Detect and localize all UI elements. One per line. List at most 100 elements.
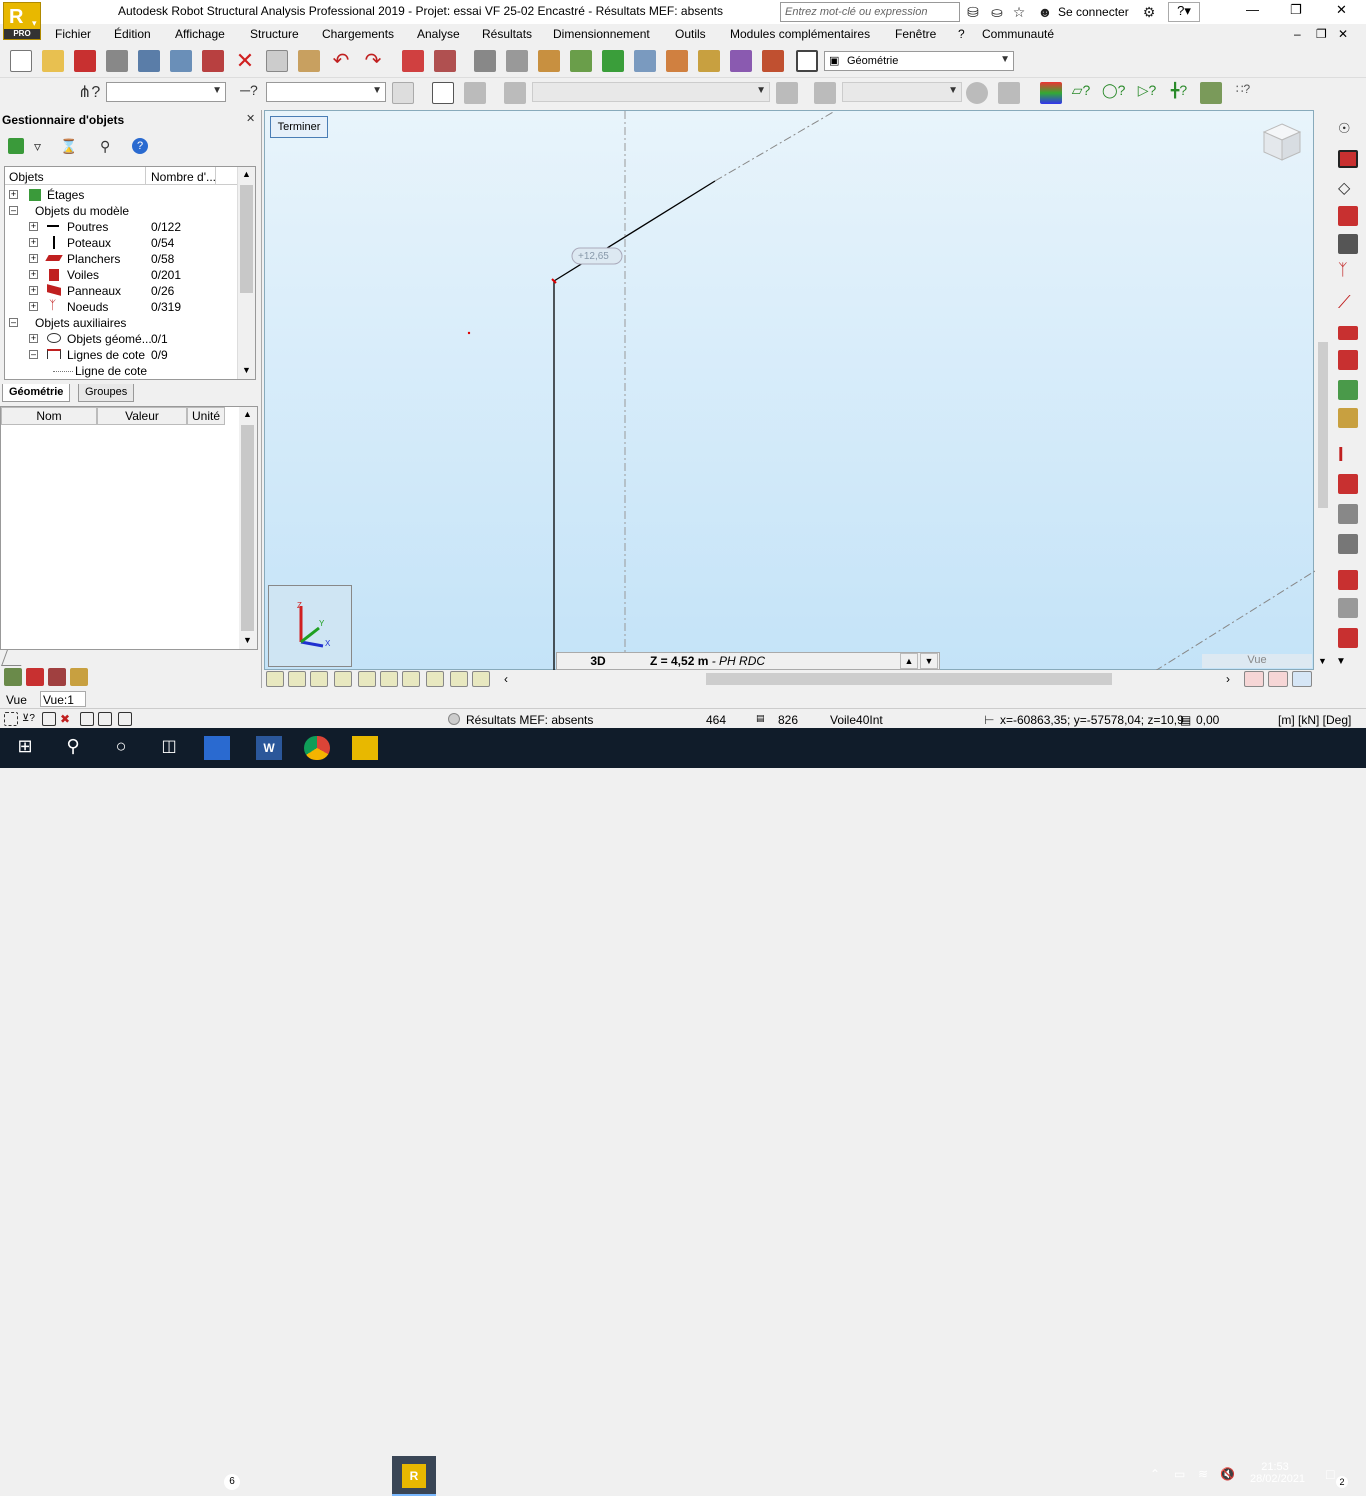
mail-icon[interactable] (204, 736, 230, 760)
mesh-icon[interactable] (1338, 380, 1358, 400)
menu-structure[interactable]: Structure (250, 27, 299, 41)
chevron-up-icon[interactable]: ⌃ (1150, 1467, 1160, 1481)
view-refresh-icon[interactable] (1292, 671, 1312, 687)
bar-select-combo[interactable]: ▼ (266, 82, 386, 102)
undo-icon[interactable]: ↶ (330, 50, 352, 72)
slab-def-icon[interactable] (1338, 326, 1358, 340)
signin-button[interactable]: Se connecter (1058, 5, 1129, 19)
layout-select[interactable]: ▣ Géométrie ▼ (824, 51, 1014, 71)
view-mode-3d[interactable]: 3D (556, 652, 640, 670)
menu-communaute[interactable]: Communauté (982, 27, 1054, 41)
task-view-icon[interactable]: ◫ (156, 736, 182, 760)
menu-chargements[interactable]: Chargements (322, 27, 394, 41)
col-nom[interactable]: Nom (1, 407, 97, 425)
tree-node-model-objects[interactable]: – Objets du modèle (5, 203, 237, 219)
tree-node-dim-lines[interactable]: – Lignes de cote 0/9 (5, 347, 237, 363)
tree-node-voiles[interactable]: + Voiles 0/201 (5, 267, 237, 283)
grid-view-icon[interactable] (472, 671, 490, 687)
tree-node-poutres[interactable]: + Poutres 0/122 (5, 219, 237, 235)
app-logo[interactable]: R ▾ PRO (3, 2, 41, 40)
col-count[interactable]: Nombre d'... (151, 170, 216, 184)
view-tool-2-icon[interactable] (288, 671, 306, 687)
clock[interactable]: 21:53 28/02/2021 (1250, 1461, 1305, 1485)
help-icon[interactable]: ? (132, 138, 148, 154)
view-tool-3-icon[interactable] (310, 671, 328, 687)
beam-def-icon[interactable] (1338, 234, 1358, 254)
profile-icon[interactable]: I (1338, 444, 1358, 466)
tree-scrollbar[interactable]: ▲ ▼ (237, 167, 255, 379)
load-icon[interactable] (776, 82, 798, 104)
viewport-vscroll[interactable]: ▼ (1316, 110, 1330, 670)
col-objects[interactable]: Objets (9, 170, 44, 184)
cancel-view-icon[interactable] (1244, 671, 1264, 687)
display-mode-icon[interactable] (98, 712, 112, 726)
menu-affichage[interactable]: Affichage (175, 27, 225, 41)
menu-fichier[interactable]: Fichier (55, 27, 91, 41)
close-icon[interactable]: ✕ (246, 112, 255, 125)
slab-tool-icon[interactable] (70, 668, 88, 686)
bottom-tab[interactable] (1, 650, 27, 666)
frame-icon[interactable] (432, 82, 454, 104)
scroll-thumb[interactable] (240, 185, 253, 293)
display-3d-icon[interactable] (80, 712, 94, 726)
bar-select-icon[interactable]: ─? (238, 82, 260, 104)
scroll-left-icon[interactable]: ‹ (504, 672, 508, 686)
color-map-icon[interactable] (1040, 82, 1062, 104)
new-file-icon[interactable] (10, 50, 32, 72)
scroll-down-icon[interactable]: ▼ (1336, 656, 1346, 667)
release-icon[interactable] (1338, 474, 1358, 494)
menu-edition[interactable]: Édition (114, 27, 151, 41)
numbering-icon[interactable] (450, 671, 468, 687)
tree-node-dim-line[interactable]: Ligne de cote (5, 363, 237, 379)
section-def-icon[interactable] (1338, 206, 1358, 226)
panel-icon[interactable] (464, 82, 486, 104)
menu-analyse[interactable]: Analyse (417, 27, 460, 41)
menu-help[interactable]: ? (958, 27, 965, 41)
hinge-icon[interactable] (1338, 534, 1358, 554)
cart-icon[interactable]: ⚙ (1140, 3, 1158, 21)
display-icon[interactable] (998, 82, 1020, 104)
load-def-icon[interactable] (1338, 628, 1358, 648)
dimension-icon[interactable] (666, 50, 688, 72)
wrench-icon[interactable] (762, 50, 784, 72)
tree-node-aux-objects[interactable]: – Objets auxiliaires (5, 315, 237, 331)
cart-icon[interactable]: ⛀ (988, 3, 1006, 21)
case-combo[interactable]: ▼ (842, 82, 962, 102)
menu-fenetre[interactable]: Fenêtre (895, 27, 936, 41)
tree-node-poteaux[interactable]: + Poteaux 0/54 (5, 235, 237, 251)
props-scrollbar[interactable]: ▲ ▼ (239, 407, 257, 649)
mode-icon[interactable] (966, 82, 988, 104)
menu-outils[interactable]: Outils (675, 27, 706, 41)
tab-groupes[interactable]: Groupes (78, 384, 135, 402)
level-up-icon[interactable]: ▲ (900, 653, 918, 669)
support-icon[interactable] (504, 82, 526, 104)
units[interactable]: [m] [kN] [Deg] (1278, 713, 1351, 727)
help-icon[interactable]: ?▾ (1168, 2, 1200, 22)
windows-icon[interactable]: ⊞ (12, 736, 38, 760)
open-icon[interactable] (42, 50, 64, 72)
mute-icon[interactable]: 🔇 (1220, 1467, 1235, 1481)
view-tool-1-icon[interactable] (266, 671, 284, 687)
col-valeur[interactable]: Valeur (97, 407, 187, 425)
view-tool-4-icon[interactable] (334, 671, 352, 687)
copy-icon[interactable] (266, 50, 288, 72)
lock-icon[interactable] (474, 50, 496, 72)
binoculars-icon[interactable]: ⛁ (964, 3, 982, 21)
cross-icon[interactable]: ✖ (60, 712, 74, 726)
doc-restore-icon[interactable]: ❐ (1316, 27, 1327, 41)
support-def-icon[interactable]: ᛉ (1338, 262, 1358, 282)
polyline-icon[interactable]: ◇ (1338, 178, 1358, 198)
axis-icon[interactable] (602, 50, 624, 72)
thickness-icon[interactable] (1338, 408, 1358, 428)
wall-tool-icon[interactable] (26, 668, 44, 686)
view-tool-7-icon[interactable] (402, 671, 420, 687)
menu-dimensionnement[interactable]: Dimensionnement (553, 27, 650, 41)
robot-task[interactable]: R (392, 1456, 436, 1496)
table-tool-icon[interactable] (48, 668, 66, 686)
preview-icon[interactable] (170, 50, 192, 72)
view-tool-5-icon[interactable] (358, 671, 376, 687)
view-z-level[interactable]: Z = 4,52 m - PH RDC (650, 652, 765, 670)
view-tool-6-icon[interactable] (380, 671, 398, 687)
menu-modules[interactable]: Modules complémentaires (730, 27, 870, 41)
snap-icon[interactable] (392, 82, 414, 104)
